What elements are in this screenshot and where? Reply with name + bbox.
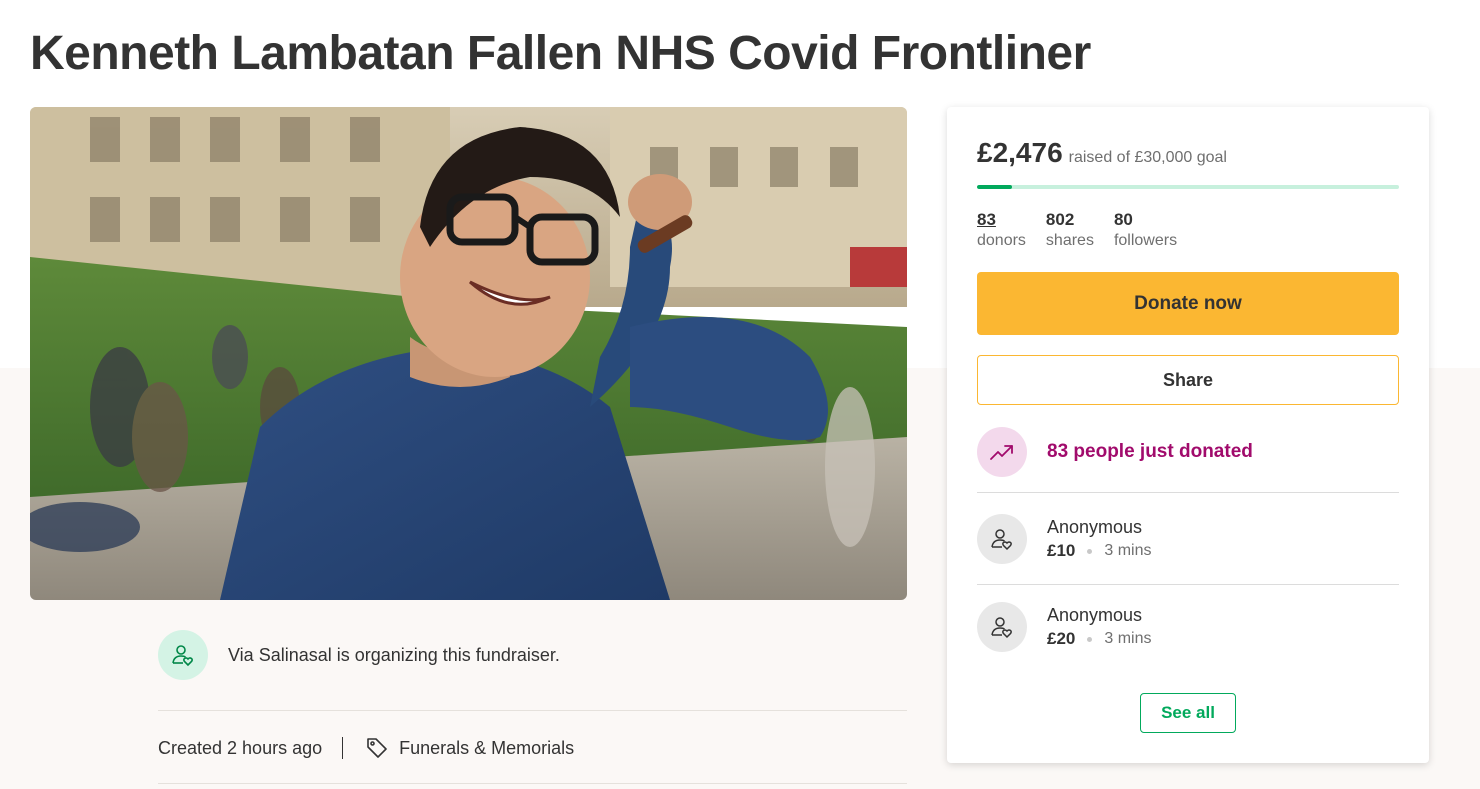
campaign-hero-image	[30, 107, 907, 600]
donate-now-button[interactable]: Donate now	[977, 272, 1399, 335]
donation-amount: £10	[1047, 541, 1076, 560]
separator-dot	[1087, 548, 1093, 554]
separator-dot	[1087, 636, 1093, 642]
progress-bar	[977, 185, 1399, 189]
card-divider	[977, 584, 1399, 585]
page-title: Kenneth Lambatan Fallen NHS Covid Frontl…	[30, 27, 1091, 80]
trend-text: 83 people just donated	[1047, 441, 1253, 462]
created-time: Created 2 hours ago	[158, 737, 323, 758]
card-divider	[977, 492, 1399, 493]
person-heart-icon	[977, 514, 1027, 564]
trending-up-icon	[977, 427, 1027, 477]
stat-shares: 802 shares	[1046, 210, 1094, 252]
meta-separator	[342, 737, 344, 759]
donation-amount: £20	[1047, 629, 1076, 648]
stat-donors[interactable]: 83 donors	[977, 210, 1026, 252]
campaign-meta-row: Created 2 hours ago Funerals & Memorials	[158, 733, 574, 763]
stat-label: followers	[1113, 232, 1178, 249]
category-link[interactable]: Funerals & Memorials	[399, 738, 574, 759]
share-button[interactable]: Share	[977, 355, 1399, 405]
raised-summary: £2,476 raised of £30,000 goal	[977, 137, 1227, 169]
section-divider	[158, 783, 907, 784]
person-heart-icon	[977, 602, 1027, 652]
stat-label: shares	[1045, 232, 1094, 249]
stat-followers: 80 followers	[1114, 210, 1177, 252]
donation-item: Anonymous £10 3 mins	[977, 513, 1152, 565]
stat-value: 80	[1113, 210, 1133, 229]
stat-value: 802	[1045, 210, 1075, 229]
tag-icon	[365, 736, 389, 760]
donation-sidebar-card: £2,476 raised of £30,000 goal 83 donors …	[947, 107, 1429, 763]
stat-label: donors	[977, 232, 1026, 249]
raised-amount: £2,476	[977, 137, 1063, 168]
donation-time: 3 mins	[1104, 542, 1152, 559]
stats-row: 83 donors 802 shares 80 followers	[977, 210, 1197, 252]
organizer-row: Via Salinasal is organizing this fundrai…	[158, 630, 560, 680]
donation-item: Anonymous £20 3 mins	[977, 601, 1152, 653]
recent-donations-trend: 83 people just donated	[977, 427, 1253, 477]
see-all-button[interactable]: See all	[1140, 693, 1236, 733]
person-heart-icon	[158, 630, 208, 680]
raised-goal-text: raised of £30,000 goal	[1068, 149, 1227, 166]
section-divider	[158, 710, 907, 711]
stat-value: 83	[977, 210, 996, 229]
donor-name: Anonymous	[1047, 605, 1143, 625]
organizer-text: Via Salinasal is organizing this fundrai…	[228, 644, 560, 665]
donor-name: Anonymous	[1047, 517, 1143, 537]
progress-bar-fill	[977, 185, 1012, 189]
donation-time: 3 mins	[1104, 630, 1152, 647]
